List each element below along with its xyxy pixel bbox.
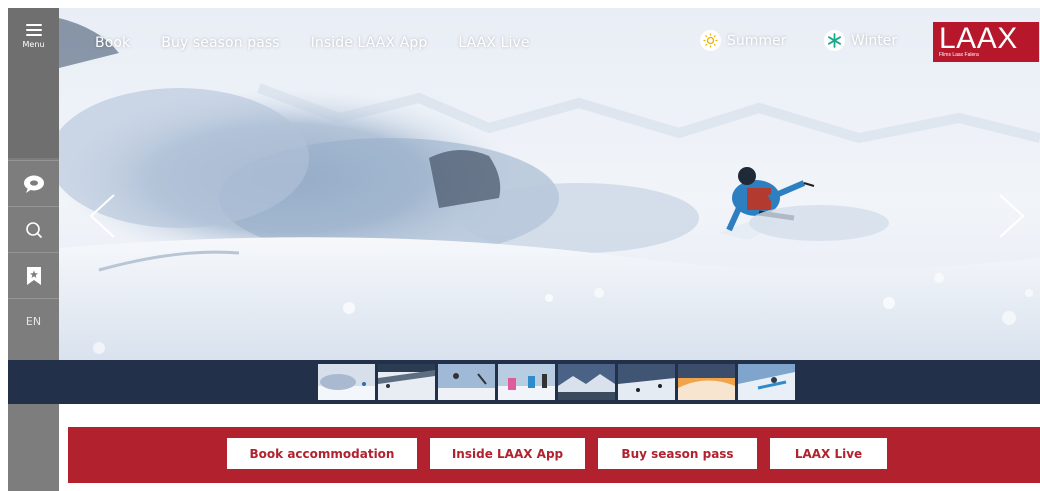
- logo-text: LAAX: [939, 22, 1018, 55]
- logo-subtext: Flims Laax Falera: [939, 52, 979, 58]
- thumbnail-5[interactable]: [558, 364, 615, 400]
- nav-link-book[interactable]: Book: [95, 35, 130, 51]
- thumbnail-1[interactable]: [318, 364, 375, 400]
- thumbnail-8[interactable]: [738, 364, 795, 400]
- menu-button[interactable]: Menu: [8, 8, 59, 158]
- snowflake-icon: [824, 30, 845, 51]
- search-icon: [25, 221, 42, 238]
- top-navigation: Book Buy season pass Inside LAAX App LAA…: [95, 35, 561, 51]
- summer-label: Summer: [727, 32, 787, 49]
- bookmark-star-icon: [26, 266, 41, 285]
- page: Menu EN Book Buy season pass Inside LAAX…: [0, 0, 1040, 491]
- winter-toggle[interactable]: Winter: [824, 30, 897, 51]
- thumbnail-strip: [59, 360, 1040, 404]
- search-button[interactable]: [8, 206, 59, 252]
- menu-label: Menu: [22, 40, 45, 49]
- sidebar: Menu EN: [8, 8, 59, 491]
- nav-link-buy-season-pass[interactable]: Buy season pass: [161, 35, 279, 51]
- thumbnail-6[interactable]: [618, 364, 675, 400]
- buy-season-pass-button[interactable]: Buy season pass: [598, 438, 757, 469]
- chat-bubble-icon: [23, 175, 44, 193]
- nav-link-inside-laax-app[interactable]: Inside LAAX App: [311, 35, 428, 51]
- hero-image: [59, 8, 1040, 360]
- carousel-prev-button[interactable]: [87, 193, 117, 239]
- inside-laax-app-button[interactable]: Inside LAAX App: [430, 438, 585, 469]
- sun-icon: [700, 30, 721, 51]
- winter-label: Winter: [851, 32, 898, 49]
- thumbnail-7[interactable]: [678, 364, 735, 400]
- laax-live-button[interactable]: LAAX Live: [770, 438, 887, 469]
- hamburger-icon: [25, 24, 42, 36]
- language-switch[interactable]: EN: [8, 298, 59, 344]
- thumbnail-2[interactable]: [378, 364, 435, 400]
- bookmark-button[interactable]: [8, 252, 59, 298]
- carousel-next-button[interactable]: [997, 193, 1027, 239]
- sidebar-strip-segment: [8, 360, 59, 404]
- thumbnail-3[interactable]: [438, 364, 495, 400]
- thumbnail-list: [318, 364, 798, 400]
- book-accommodation-button[interactable]: Book accommodation: [227, 438, 417, 469]
- chat-button[interactable]: [8, 160, 59, 206]
- hero-slider: [59, 8, 1040, 360]
- thumbnail-4[interactable]: [498, 364, 555, 400]
- summer-toggle[interactable]: Summer: [700, 30, 786, 51]
- laax-logo[interactable]: LAAX Flims Laax Falera: [933, 22, 1039, 62]
- nav-link-laax-live[interactable]: LAAX Live: [458, 35, 529, 51]
- language-label: EN: [25, 315, 42, 328]
